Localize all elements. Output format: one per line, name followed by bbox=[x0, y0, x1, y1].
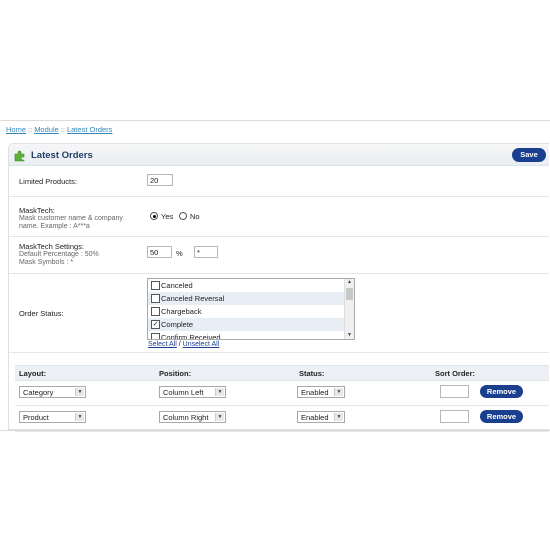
panel-header: Latest Orders Save bbox=[9, 144, 549, 166]
remove-button[interactable]: Remove bbox=[480, 385, 523, 398]
masktech-label: MaskTech: bbox=[19, 206, 55, 215]
masktech-yes-radio[interactable] bbox=[150, 212, 158, 220]
layout-select[interactable]: Product ▼ bbox=[19, 411, 86, 423]
masktech-settings-label-block: MaskTech Settings: Default Percentage : … bbox=[19, 242, 99, 267]
checkbox[interactable] bbox=[151, 307, 160, 316]
mask-symbol-input[interactable]: * bbox=[194, 246, 218, 258]
link-separator: / bbox=[178, 341, 181, 348]
remove-button[interactable]: Remove bbox=[480, 410, 523, 423]
module-panel: Latest Orders Save Limited Products: 20 … bbox=[8, 143, 549, 432]
masktech-description-line2: name. Example : A***a bbox=[19, 223, 90, 230]
chevron-down-icon: ▼ bbox=[215, 388, 224, 396]
position-select[interactable]: Column Right ▼ bbox=[159, 411, 226, 423]
checkbox[interactable] bbox=[151, 294, 160, 303]
page-frame: Home:: Module:: Latest Orders Latest Order… bbox=[0, 120, 550, 432]
masktech-description-line1: Mask customer name & company bbox=[19, 215, 123, 222]
list-item-label: Canceled Reversal bbox=[161, 294, 225, 303]
status-select[interactable]: Enabled ▼ bbox=[297, 386, 345, 398]
masktech-settings-label: MaskTech Settings: bbox=[19, 242, 85, 251]
mask-symbols-text: Mask Symbols : * bbox=[19, 259, 74, 266]
save-button[interactable]: Save bbox=[512, 148, 546, 162]
puzzle-icon bbox=[14, 150, 25, 162]
masktech-yes-label: Yes bbox=[161, 212, 174, 221]
module-table-header: Layout: Position: Status: Sort Order: bbox=[15, 365, 549, 381]
breadcrumb-separator: :: bbox=[60, 125, 65, 134]
list-item[interactable]: ✓ Complete bbox=[148, 318, 354, 331]
sort-order-column-header: Sort Order: bbox=[435, 369, 476, 378]
masktech-row: MaskTech: Mask customer name & company n… bbox=[9, 197, 549, 237]
status-select-value: Enabled bbox=[301, 388, 329, 397]
checkbox[interactable] bbox=[151, 281, 160, 290]
scroll-up-icon[interactable]: ▲ bbox=[346, 279, 353, 286]
select-links: Select All / Unselect All bbox=[148, 341, 219, 348]
scroll-down-icon[interactable]: ▼ bbox=[346, 332, 353, 339]
table-row: Product ▼ Column Right ▼ Enabled ▼ Remove bbox=[15, 406, 549, 432]
limited-products-input[interactable]: 20 bbox=[147, 174, 173, 186]
listbox-scrollbar[interactable]: ▲ ▼ bbox=[344, 279, 354, 339]
list-item-label: Complete bbox=[161, 320, 194, 329]
layout-select-value: Product bbox=[23, 413, 49, 422]
breadcrumb-module[interactable]: Module bbox=[34, 125, 59, 134]
limited-products-row: Limited Products: 20 bbox=[9, 166, 549, 197]
breadcrumb: Home:: Module:: Latest Orders bbox=[6, 125, 112, 134]
position-column-header: Position: bbox=[159, 369, 192, 378]
scroll-thumb[interactable] bbox=[346, 288, 353, 300]
unselect-all-link[interactable]: Unselect All bbox=[183, 341, 220, 348]
masktech-no-radio[interactable] bbox=[179, 212, 187, 220]
order-status-label: Order Status: bbox=[19, 309, 64, 318]
checkbox[interactable] bbox=[151, 333, 160, 339]
masktech-settings-row: MaskTech Settings: Default Percentage : … bbox=[9, 237, 549, 274]
masktech-no-label: No bbox=[190, 212, 200, 221]
chevron-down-icon: ▼ bbox=[215, 413, 224, 421]
checkbox-checked[interactable]: ✓ bbox=[151, 320, 160, 329]
table-row: Category ▼ Column Left ▼ Enabled ▼ Remove bbox=[15, 380, 549, 406]
chevron-down-icon: ▼ bbox=[334, 413, 343, 421]
layout-select-value: Category bbox=[23, 388, 54, 397]
percent-sign: % bbox=[176, 249, 183, 258]
position-select-value: Column Right bbox=[163, 413, 209, 422]
page-title: Latest Orders bbox=[31, 150, 93, 161]
breadcrumb-home[interactable]: Home bbox=[6, 125, 26, 134]
percentage-input[interactable]: 50 bbox=[147, 246, 172, 258]
list-item-label: Chargeback bbox=[161, 307, 202, 316]
chevron-down-icon: ▼ bbox=[334, 388, 343, 396]
list-item[interactable]: Confirm Received bbox=[148, 331, 354, 340]
layout-select[interactable]: Category ▼ bbox=[19, 386, 86, 398]
breadcrumb-separator: :: bbox=[28, 125, 33, 134]
select-all-link[interactable]: Select All bbox=[148, 341, 177, 348]
status-select-value: Enabled bbox=[301, 413, 329, 422]
list-item-label: Canceled bbox=[161, 281, 193, 290]
list-item[interactable]: Canceled Reversal bbox=[148, 292, 354, 305]
chevron-down-icon: ▼ bbox=[75, 413, 84, 421]
status-column-header: Status: bbox=[299, 369, 325, 378]
breadcrumb-latest-orders[interactable]: Latest Orders bbox=[67, 125, 112, 134]
default-percentage-text: Default Percentage : 50% bbox=[19, 251, 99, 258]
position-select[interactable]: Column Left ▼ bbox=[159, 386, 226, 398]
order-status-row: Order Status: Canceled Canceled Reversal… bbox=[9, 274, 549, 353]
limited-products-label: Limited Products: bbox=[19, 177, 77, 186]
position-select-value: Column Left bbox=[163, 388, 204, 397]
sort-order-input[interactable] bbox=[440, 410, 469, 423]
list-item-label: Confirm Received bbox=[161, 333, 221, 340]
chevron-down-icon: ▼ bbox=[75, 388, 84, 396]
sort-order-input[interactable] bbox=[440, 385, 469, 398]
layout-column-header: Layout: bbox=[19, 369, 47, 378]
list-item[interactable]: Chargeback bbox=[148, 305, 354, 318]
order-status-listbox[interactable]: Canceled Canceled Reversal Chargeback ✓ … bbox=[147, 278, 355, 340]
status-select[interactable]: Enabled ▼ bbox=[297, 411, 345, 423]
masktech-label-block: MaskTech: Mask customer name & company n… bbox=[19, 206, 123, 231]
list-item[interactable]: Canceled bbox=[148, 279, 354, 292]
